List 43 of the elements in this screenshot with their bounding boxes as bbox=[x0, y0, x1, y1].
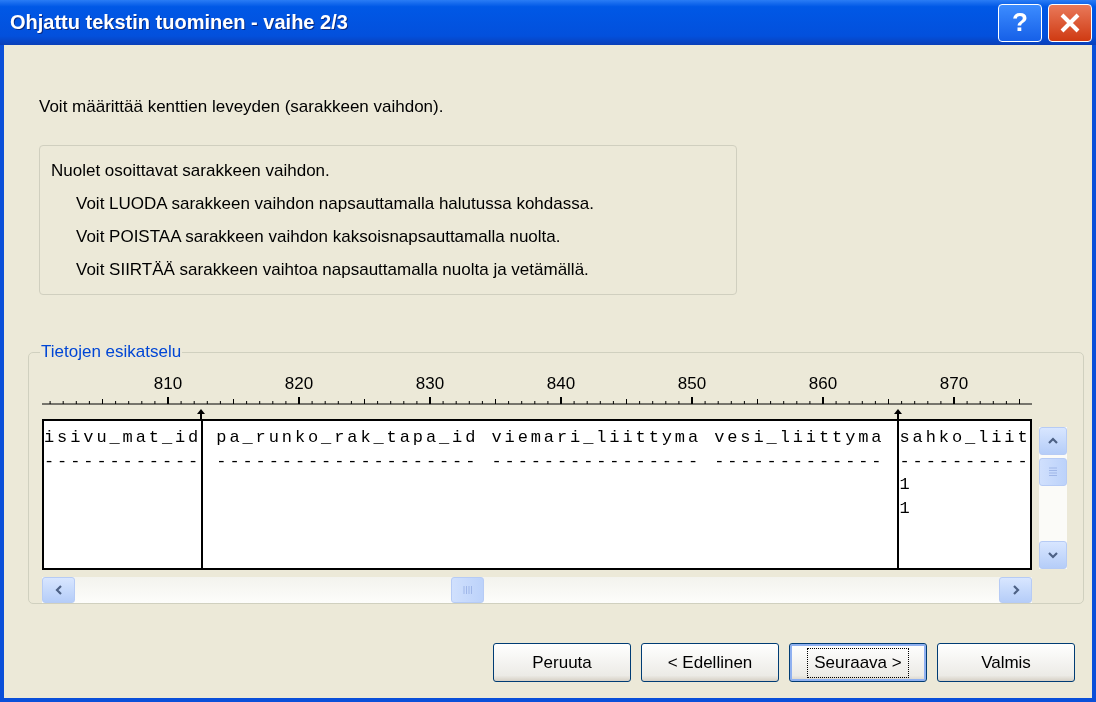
preview-line: 1 bbox=[899, 497, 914, 520]
preview-line: isivu_mat_id bbox=[44, 427, 202, 449]
info-line: Voit POISTAA sarakkeen vaihdon kaksoisnapsauttamalla nuolta. bbox=[76, 226, 562, 248]
preview-line: 1 bbox=[899, 474, 914, 496]
preview-line: sahko_liit bbox=[899, 427, 1030, 449]
ruler-label: 830 bbox=[415, 374, 445, 394]
window-title: Ohjattu tekstin tuominen - vaihe 2/3 bbox=[10, 11, 349, 34]
preview-line: -------------------- ---------------- ------------- bbox=[215, 450, 886, 473]
dialog-button[interactable]: Valmis bbox=[937, 643, 1075, 682]
data-preview[interactable]: isivu_mat_id ------------ pa_runko_rak_tapa_id viemari_liittyma vesi_liittyma -------------------- ---------------- ------------- sahko_liit ---------- 1 1 bbox=[42, 419, 1032, 570]
preview-line: ---------- bbox=[899, 450, 1030, 473]
ruler-label: 820 bbox=[284, 374, 314, 394]
break-arrow-icon[interactable] bbox=[196, 409, 207, 419]
scroll-left-button[interactable] bbox=[42, 577, 75, 603]
grip-icon bbox=[462, 585, 473, 595]
scroll-thumb[interactable] bbox=[451, 577, 484, 603]
scroll-up-button[interactable] bbox=[1039, 427, 1067, 455]
scroll-down-button[interactable] bbox=[1039, 541, 1067, 569]
dialog-button[interactable]: Peruuta bbox=[493, 643, 631, 682]
info-heading: Nuolet osoittavat sarakkeen vaihdon. bbox=[51, 160, 331, 182]
info-line: Voit SIIRTÄÄ sarakkeen vaihtoa napsauttamalla nuolta ja vetämällä. bbox=[76, 259, 590, 281]
close-icon bbox=[1059, 11, 1081, 34]
scroll-right-button[interactable] bbox=[999, 577, 1032, 603]
ruler-label: 860 bbox=[808, 374, 838, 394]
break-arrow-icon[interactable] bbox=[892, 409, 903, 419]
dialog-button[interactable]: < Edellinen bbox=[641, 643, 779, 682]
grip-icon bbox=[1048, 467, 1058, 477]
ruler-label: 870 bbox=[939, 374, 969, 394]
vertical-scrollbar[interactable] bbox=[1039, 427, 1067, 569]
info-line: Voit LUODA sarakkeen vaihdon napsauttamalla halutussa kohdassa. bbox=[76, 193, 595, 215]
ruler-label: 850 bbox=[677, 374, 707, 394]
scroll-thumb[interactable] bbox=[1039, 458, 1067, 486]
close-button[interactable] bbox=[1048, 3, 1092, 42]
ruler-label: 840 bbox=[546, 374, 576, 394]
ruler-label: 810 bbox=[153, 374, 183, 394]
help-button[interactable]: ? bbox=[998, 3, 1042, 42]
horizontal-scrollbar[interactable] bbox=[42, 577, 1032, 603]
group-title: Tietojen esikatselu bbox=[40, 342, 183, 362]
chevron-down-icon bbox=[1047, 549, 1059, 561]
intro-text: Voit määrittää kenttien leveyden (sarakkeen vaihdon). bbox=[39, 97, 445, 117]
dialog-button[interactable]: Seuraava > bbox=[789, 643, 927, 682]
preview-line: ------------ bbox=[44, 450, 202, 473]
preview-line: pa_runko_rak_tapa_id viemari_liittyma vesi_liittyma bbox=[215, 427, 886, 449]
